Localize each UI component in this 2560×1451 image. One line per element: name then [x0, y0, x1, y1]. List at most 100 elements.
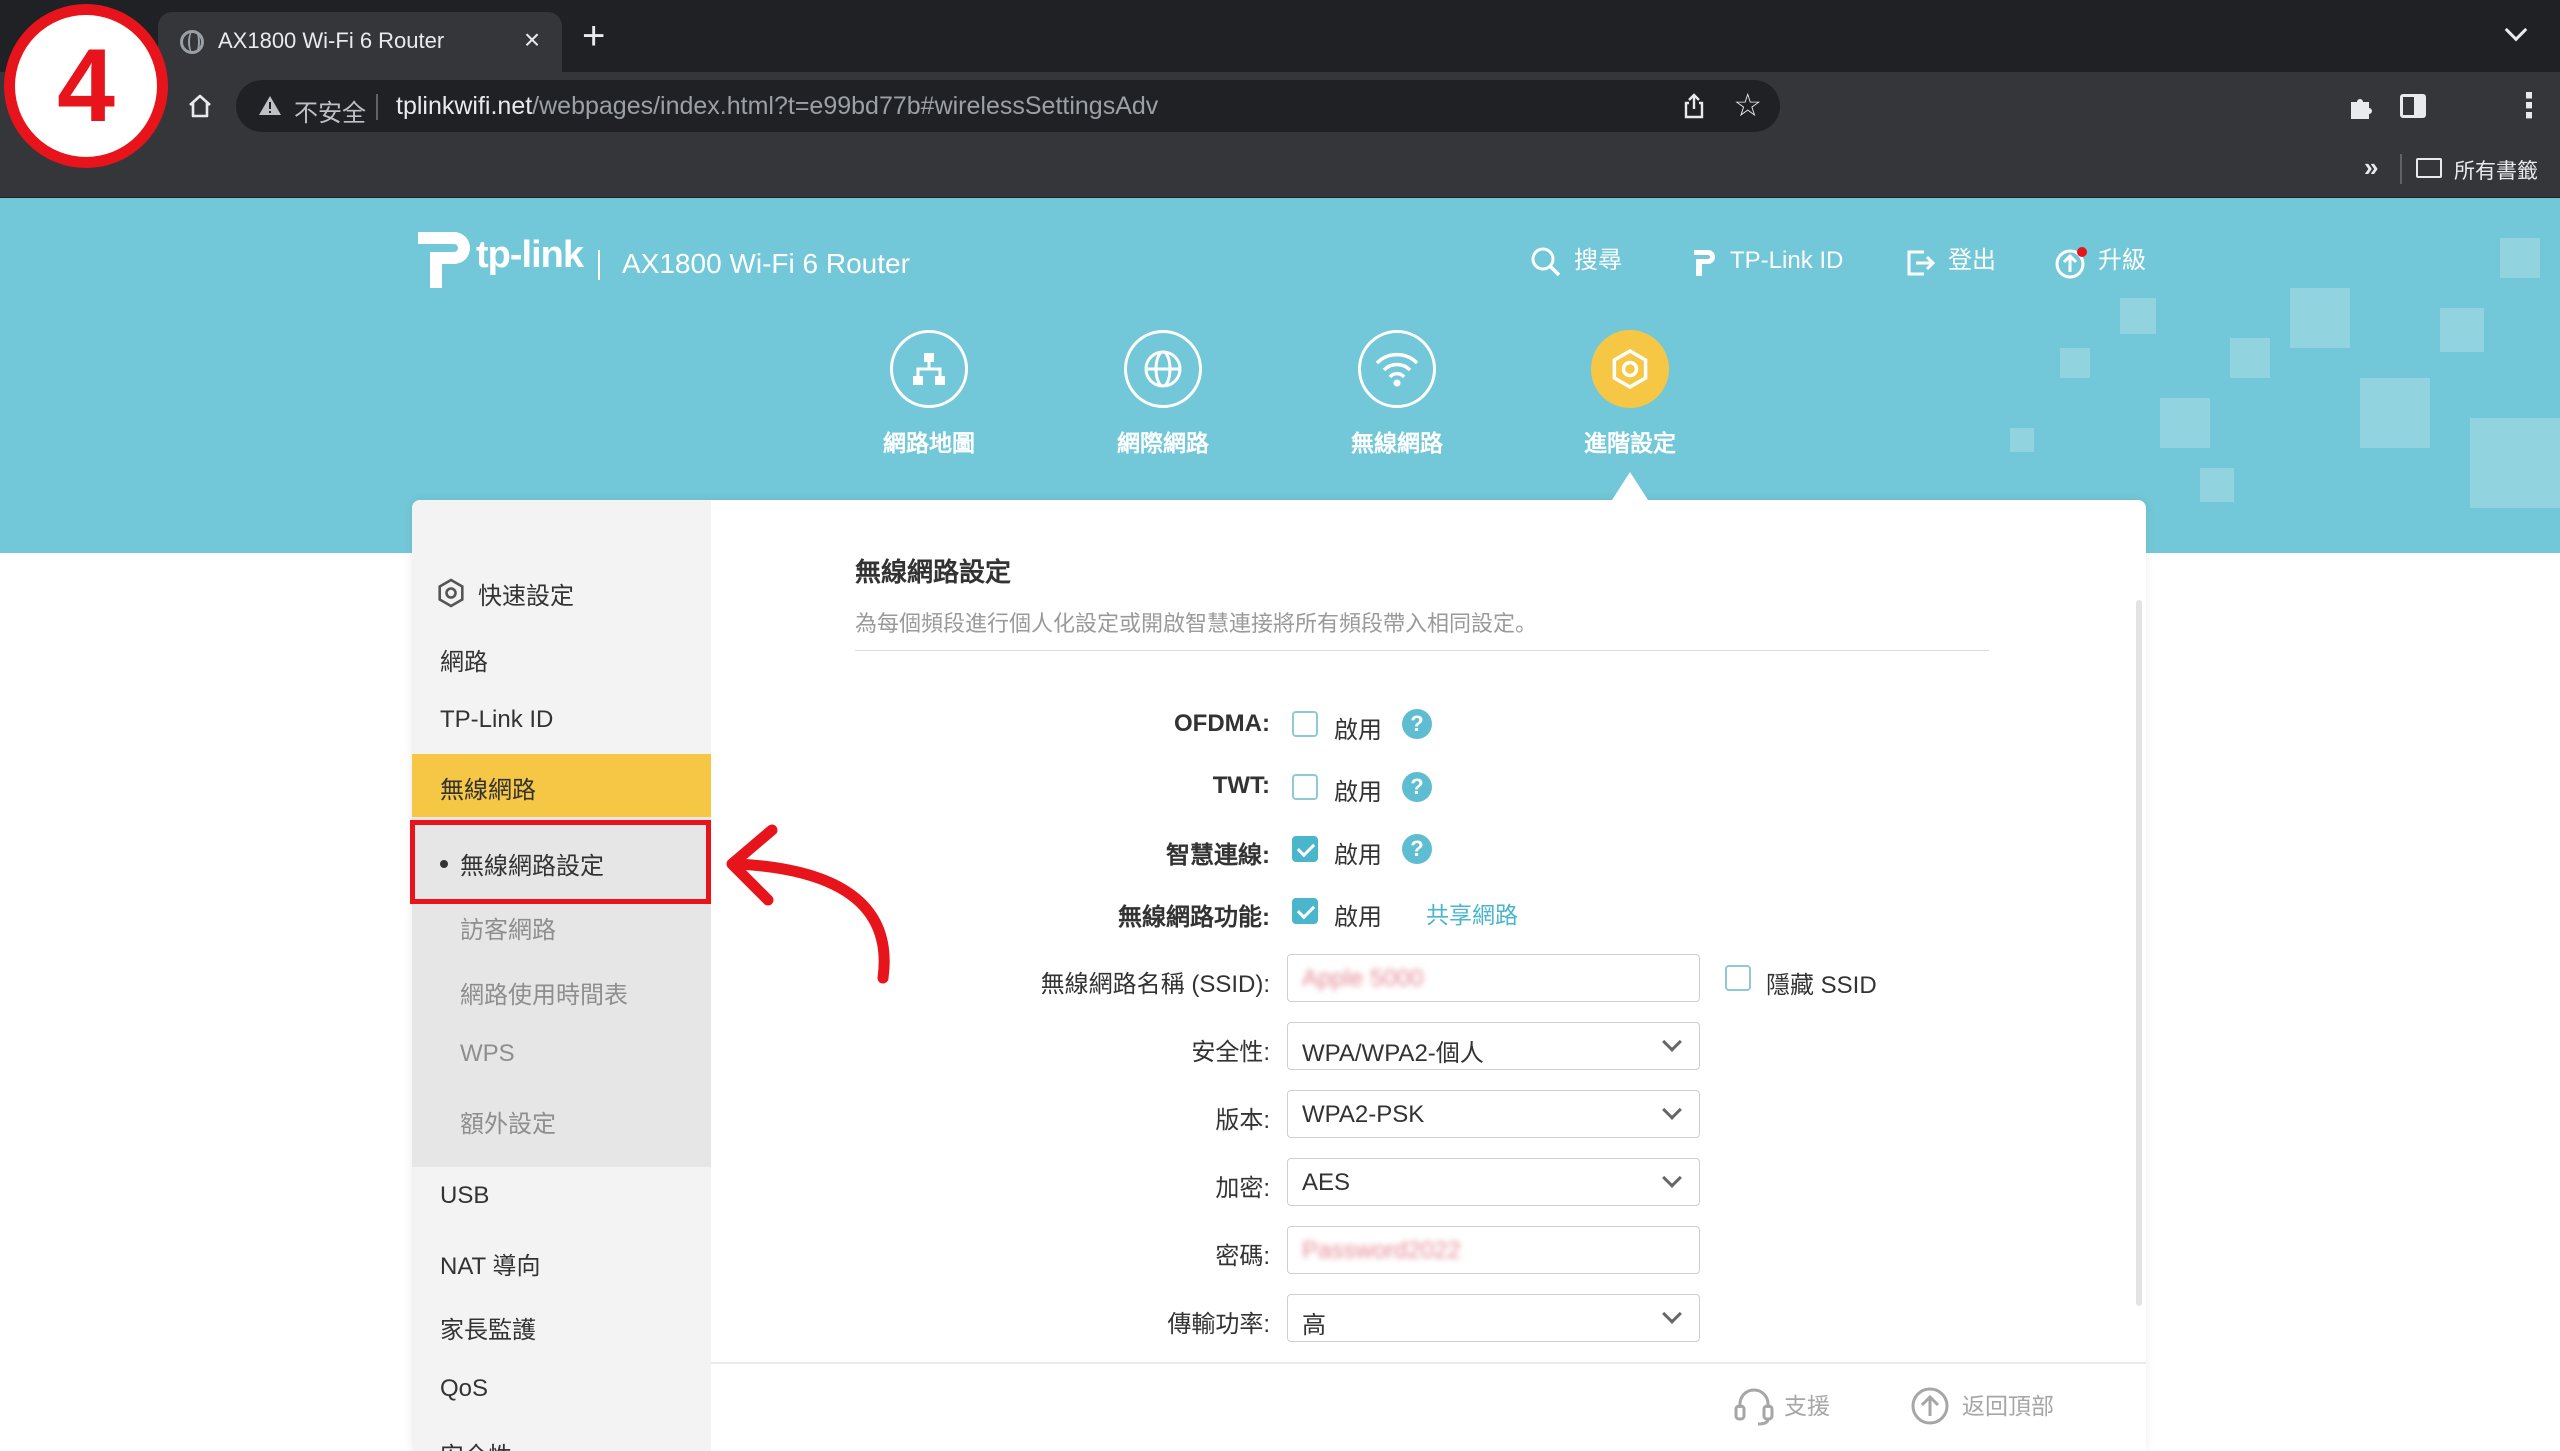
home-icon[interactable]	[186, 92, 214, 120]
folder-icon[interactable]	[2416, 158, 2442, 178]
settings-card: 快速設定 網路 TP-Link ID 無線網路 無線網路設定 訪客網路 網路使用…	[412, 500, 2146, 1451]
all-bookmarks-label[interactable]: 所有書籤	[2454, 155, 2538, 185]
tab-close-icon[interactable]: ×	[516, 24, 548, 56]
bookmarks-bar: » 所有書籤	[0, 142, 2560, 198]
decor-pixel	[2290, 288, 2350, 348]
hide-ssid-checkbox[interactable]	[1725, 965, 1751, 991]
sidebar-item-wireless[interactable]: 無線網路	[440, 770, 536, 805]
search-icon	[1531, 247, 1561, 277]
decor-pixel	[2360, 378, 2430, 448]
sidebar-item-tplink-id[interactable]: TP-Link ID	[440, 706, 553, 734]
sidebar-item-parental[interactable]: 家長監護	[440, 1310, 536, 1345]
tx-power-select[interactable]: 高	[1287, 1294, 1700, 1342]
wifi-icon	[1358, 330, 1436, 408]
bookmarks-divider	[2400, 154, 2402, 184]
tplink-id-label: TP-Link ID	[1730, 247, 1844, 274]
version-select[interactable]: WPA2-PSK	[1287, 1090, 1700, 1138]
quick-setup-gear-icon	[438, 578, 464, 608]
smart-connect-checkbox[interactable]	[1292, 836, 1318, 862]
decor-pixel	[2440, 308, 2484, 352]
ssid-label: 無線網路名稱 (SSID):	[1040, 971, 1270, 998]
share-icon[interactable]	[1680, 92, 1708, 120]
decor-pixel	[2120, 298, 2156, 334]
content-scrollbar[interactable]	[2136, 600, 2142, 1306]
warning-triangle-icon[interactable]	[258, 94, 282, 116]
nav-advanced[interactable]: 進階設定	[1560, 330, 1700, 458]
decor-pixel	[2230, 338, 2270, 378]
new-tab-button[interactable]: +	[582, 16, 605, 56]
decor-pixel	[2200, 468, 2234, 502]
tx-power-value: 高	[1302, 1312, 1326, 1339]
nav-network-map-label: 網路地圖	[883, 430, 975, 456]
nav-wireless[interactable]: 無線網路	[1327, 330, 1467, 458]
password-value-redacted: Password2022	[1302, 1237, 1461, 1264]
tab-search-chevron-icon[interactable]	[2504, 18, 2528, 42]
browser-toolbar: 不安全 tplinkwifi.net/webpages/index.html?t…	[0, 72, 2560, 142]
smart-connect-help-icon[interactable]: ?	[1402, 834, 1432, 864]
password-input[interactable]: Password2022	[1287, 1226, 1700, 1274]
ofdma-checkbox[interactable]	[1292, 711, 1318, 737]
section-divider	[855, 650, 1989, 651]
smart-connect-enable-label: 啟用	[1334, 842, 1382, 869]
tplink-id-icon	[1694, 250, 1715, 276]
bookmark-star-icon[interactable]: ☆	[1733, 88, 1762, 122]
highlight-box	[410, 820, 711, 904]
decor-pixel	[2010, 428, 2034, 452]
sidebar-item-schedule[interactable]: 網路使用時間表	[460, 975, 628, 1010]
tplink-logo-text: tp-link	[476, 234, 584, 276]
ofdma-help-icon[interactable]: ?	[1402, 709, 1432, 739]
side-panel-icon[interactable]	[2400, 94, 2426, 118]
browser-tabstrip: AX1800 Wi-Fi 6 Router × +	[0, 0, 2560, 72]
sidebar: 快速設定 網路 TP-Link ID 無線網路 無線網路設定 訪客網路 網路使用…	[412, 500, 711, 1451]
nav-advanced-label: 進階設定	[1584, 430, 1676, 456]
security-select[interactable]: WPA/WPA2-個人	[1287, 1022, 1700, 1070]
twt-checkbox[interactable]	[1292, 774, 1318, 800]
ssid-value-redacted: Apple 5000	[1302, 965, 1424, 992]
twt-label: TWT:	[1212, 772, 1270, 799]
ssid-input[interactable]: Apple 5000	[1287, 954, 1700, 1002]
encryption-select[interactable]: AES	[1287, 1158, 1700, 1206]
sidebar-item-guest-network[interactable]: 訪客網路	[460, 910, 556, 945]
twt-help-icon[interactable]: ?	[1402, 772, 1432, 802]
chevron-down-icon	[1662, 1168, 1682, 1188]
wireless-function-checkbox[interactable]	[1292, 898, 1318, 924]
arrow-up-circle-icon	[1911, 1387, 1949, 1425]
decor-pixel	[2500, 238, 2540, 278]
sidebar-item-usb[interactable]: USB	[440, 1182, 489, 1210]
chevron-down-icon	[1662, 1304, 1682, 1324]
browser-tab[interactable]: AX1800 Wi-Fi 6 Router ×	[158, 12, 562, 72]
decor-pixel	[2160, 398, 2210, 448]
url-text[interactable]: tplinkwifi.net/webpages/index.html?t=e99…	[396, 92, 1158, 121]
decor-pixel	[2060, 348, 2090, 378]
hide-ssid-label: 隱藏 SSID	[1766, 972, 1877, 999]
sidebar-item-security[interactable]: 安全性	[440, 1436, 512, 1451]
sidebar-item-wps[interactable]: WPS	[460, 1040, 515, 1068]
ofdma-enable-label: 啟用	[1334, 717, 1382, 744]
section-description: 為每個頻段進行個人化設定或開啟智慧連接將所有頻段帶入相同設定。	[855, 611, 1538, 636]
upgrade-icon	[2055, 247, 2087, 279]
wireless-function-enable-label: 啟用	[1334, 904, 1382, 931]
nav-network-map[interactable]: 網路地圖	[859, 330, 999, 458]
wireless-function-label: 無線網路功能:	[1118, 904, 1270, 931]
extensions-puzzle-icon[interactable]	[2346, 92, 2376, 122]
sidebar-item-network[interactable]: 網路	[440, 642, 488, 677]
sidebar-item-nat[interactable]: NAT 導向	[440, 1246, 540, 1281]
bookmarks-overflow-icon[interactable]: »	[2364, 152, 2378, 183]
nav-internet[interactable]: 網際網路	[1093, 330, 1233, 458]
not-secure-label[interactable]: 不安全	[294, 93, 366, 128]
tab-title: AX1800 Wi-Fi 6 Router	[218, 28, 445, 53]
sidebar-item-quick-setup[interactable]: 快速設定	[478, 576, 574, 611]
address-bar[interactable]: 不安全 tplinkwifi.net/webpages/index.html?t…	[236, 80, 1780, 132]
sidebar-item-qos[interactable]: QoS	[440, 1375, 488, 1403]
sidebar-item-additional[interactable]: 額外設定	[460, 1104, 556, 1139]
url-path: /webpages/index.html?t=e99bd77b#wireless…	[532, 92, 1159, 120]
support-label: 支援	[1784, 1393, 1830, 1419]
step-number-badge: 4	[4, 4, 168, 168]
url-host: tplinkwifi.net	[396, 92, 533, 120]
nav-wireless-label: 無線網路	[1351, 430, 1443, 456]
security-value: WPA/WPA2-個人	[1302, 1040, 1484, 1067]
share-network-link[interactable]: 共享網路	[1426, 896, 1518, 930]
browser-menu-icon[interactable]: ⋮	[2512, 89, 2546, 123]
logout-icon	[1907, 250, 1936, 276]
logout-label: 登出	[1948, 247, 1996, 274]
